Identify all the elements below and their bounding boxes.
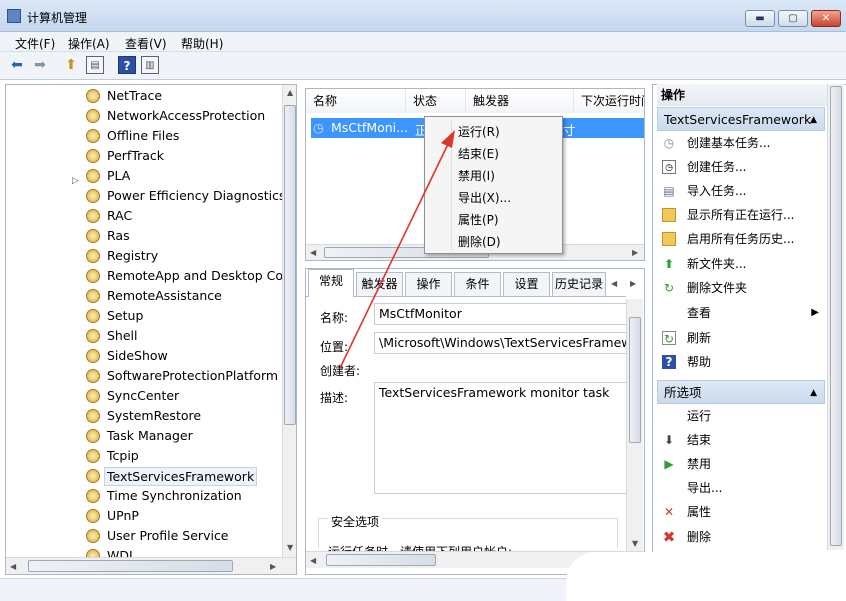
collapse-icon[interactable]: ▲ <box>810 381 817 405</box>
action-import-task[interactable]: ▤ 导入任务... <box>657 179 827 203</box>
action-delete-folder[interactable]: ↻ 删除文件夹 <box>657 276 827 300</box>
new-folder-icon: ⬆ <box>663 257 675 271</box>
actions-section-selected-item[interactable]: 所选项 ▲ <box>657 380 825 404</box>
delete-x-icon: ✖ <box>662 528 676 546</box>
actions-header: 操作 <box>657 84 827 106</box>
section-title: 所选项 <box>664 385 702 400</box>
action-delete[interactable]: ✖ 删除 <box>657 525 827 549</box>
stop-arrow-icon: ⬇ <box>663 433 675 447</box>
action-refresh[interactable]: ↻ 刷新 <box>657 326 827 350</box>
action-run[interactable]: 运行 <box>657 404 827 428</box>
action-view[interactable]: 查看 ▶ <box>657 301 827 325</box>
action-show-running[interactable]: 显示所有正在运行... <box>657 203 827 227</box>
close-x-icon: ✕ <box>663 505 675 519</box>
folder-icon <box>662 208 676 222</box>
clock-task-icon: ◷ <box>663 136 675 150</box>
submenu-arrow-icon: ▶ <box>811 307 819 318</box>
play-icon: ▶ <box>664 457 674 471</box>
action-create-basic-task[interactable]: ◷ 创建基本任务... <box>657 131 827 155</box>
actions-vertical-scrollbar[interactable] <box>827 84 844 550</box>
action-create-task[interactable]: ◷ 创建任务... <box>657 155 827 179</box>
import-icon: ▤ <box>663 184 675 198</box>
collapse-icon[interactable]: ▲ <box>810 108 817 132</box>
annotation-arrow-line <box>339 139 451 369</box>
action-export[interactable]: 导出... <box>657 476 827 500</box>
action-new-folder[interactable]: ⬆ 新文件夹... <box>657 252 827 276</box>
actions-section-textservicesframework[interactable]: TextServicesFramework ▲ <box>657 107 825 131</box>
folder-icon <box>662 232 676 246</box>
action-end[interactable]: ⬇ 结束 <box>657 428 827 452</box>
task-icon: ◷ <box>662 160 676 174</box>
action-properties[interactable]: ✕ 属性 <box>657 500 827 524</box>
action-help[interactable]: ? 帮助 <box>657 350 827 374</box>
action-disable[interactable]: ▶ 禁用 <box>657 452 827 476</box>
section-title: TextServicesFramework <box>664 112 812 127</box>
refresh-icon: ↻ <box>662 331 676 346</box>
scroll-thumb[interactable] <box>830 86 842 546</box>
action-enable-history[interactable]: 启用所有任务历史... <box>657 227 827 251</box>
annotation-arrow-head <box>441 130 455 148</box>
overlay-shape <box>566 552 846 601</box>
help-icon: ? <box>662 355 676 369</box>
refresh-icon: ↻ <box>663 281 675 295</box>
